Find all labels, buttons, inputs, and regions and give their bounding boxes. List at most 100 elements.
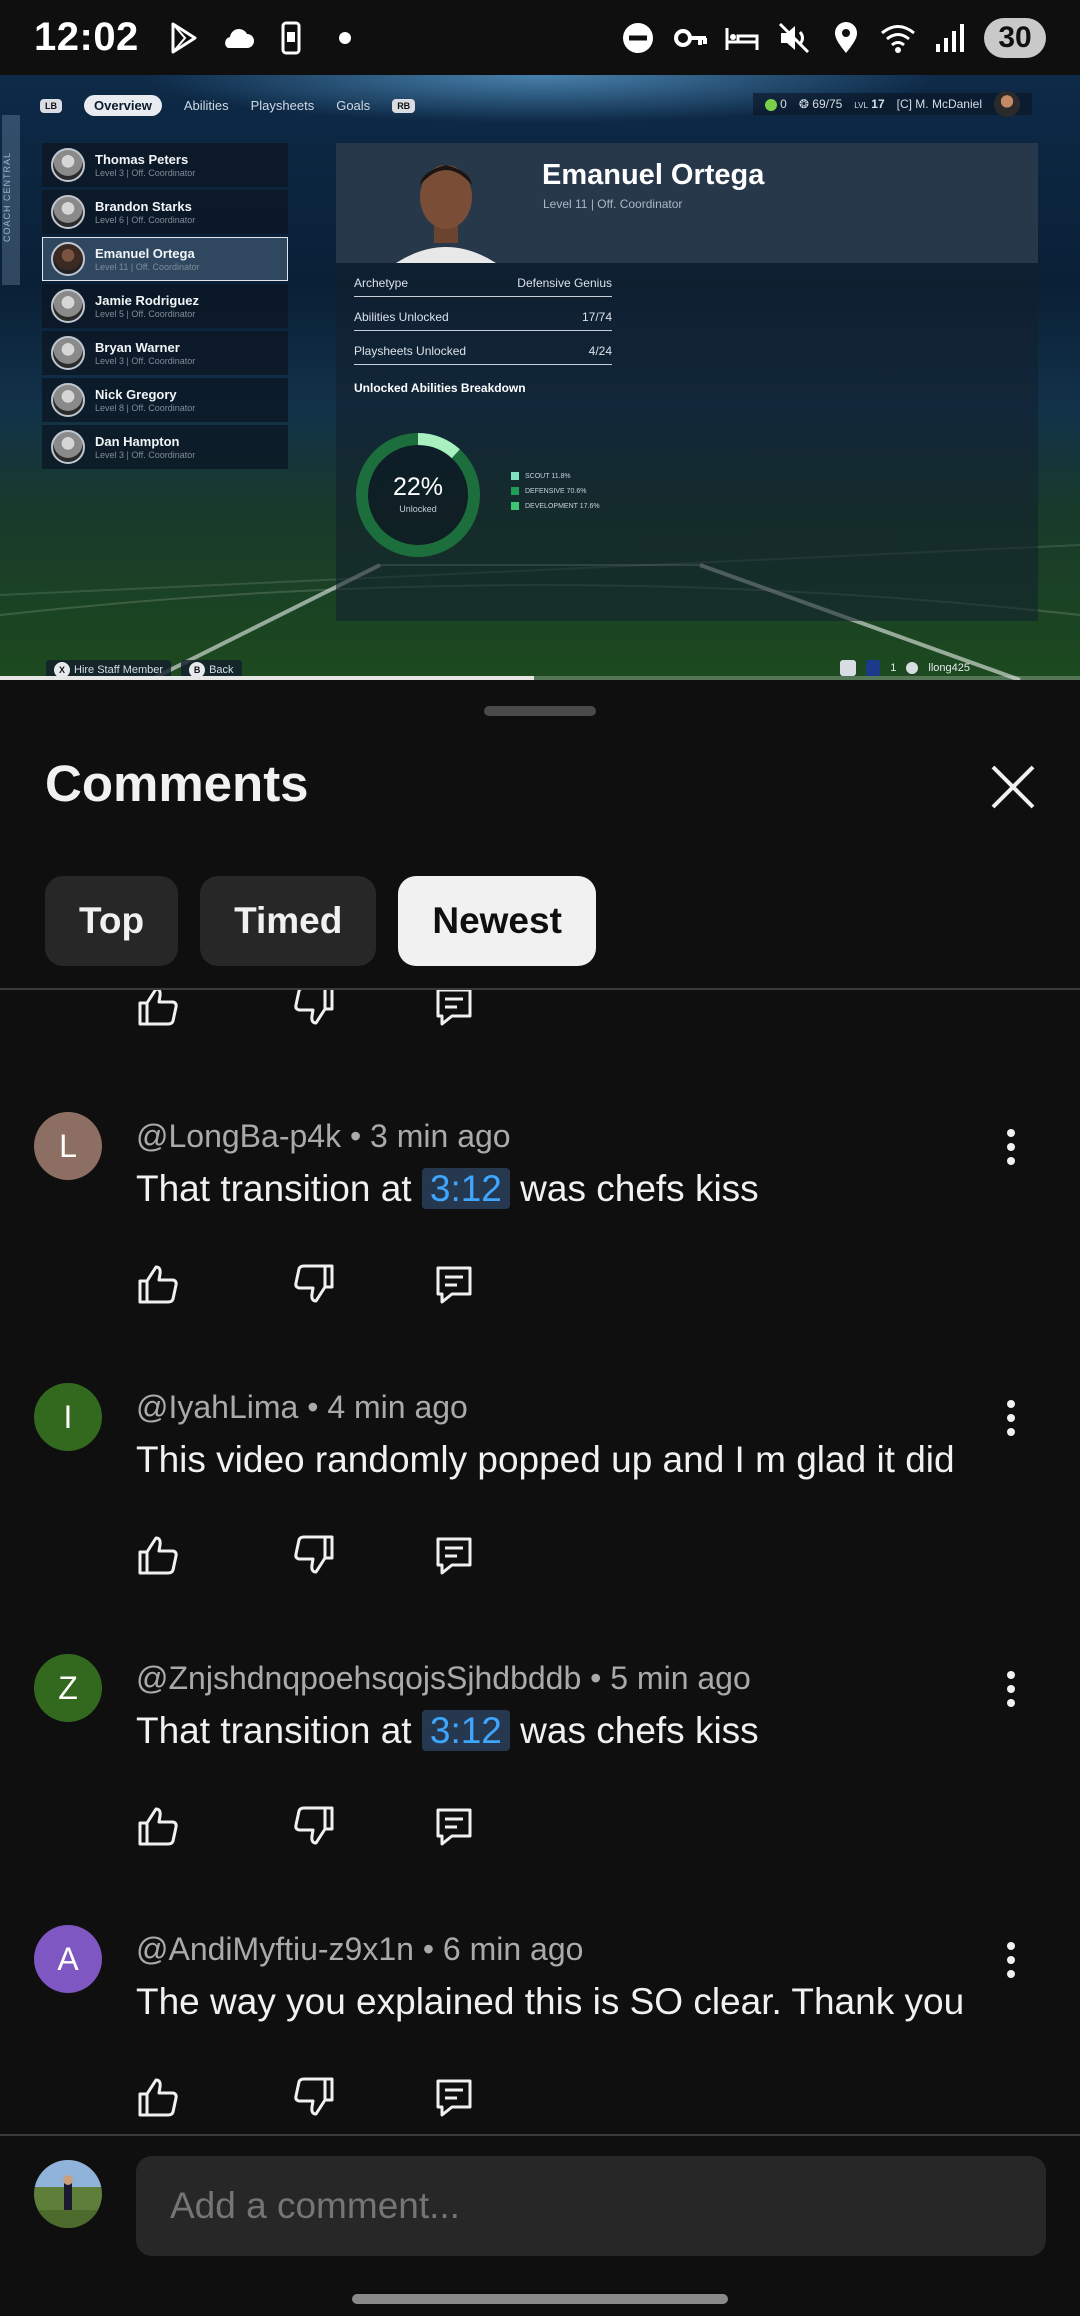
staff-sub: Level 5 | Off. Coordinator — [95, 308, 196, 319]
game-hud: 0 ❂ 69/75 LVL 17 [C] M. McDaniel — [753, 91, 1032, 117]
comment-more-button[interactable] — [996, 1664, 1026, 1714]
timestamp-link[interactable]: 3:12 — [421, 1710, 510, 1751]
status-bar: 12:02 30 — [0, 0, 1080, 75]
close-button[interactable] — [978, 752, 1048, 822]
like-button[interactable] — [136, 990, 180, 1028]
reply-button[interactable] — [432, 990, 476, 1028]
gamertag: llong425 — [928, 662, 970, 674]
status-time: 12:02 — [34, 15, 139, 59]
legend-item: DEFENSIVE 70.6% — [511, 484, 600, 499]
dislike-button[interactable] — [292, 990, 336, 1028]
timestamp-link[interactable]: 3:12 — [421, 1168, 510, 1209]
dislike-button[interactable] — [292, 2075, 336, 2119]
donut-label: Unlocked — [399, 504, 437, 514]
reply-button[interactable] — [432, 1804, 476, 1848]
video-player[interactable]: COACH CENTRAL LB Overview Abilities Play… — [0, 75, 1080, 680]
comment-meta: @LongBa-p4k • 3 min ago — [136, 1118, 511, 1154]
more-vert-icon — [1007, 1129, 1015, 1165]
staff-sub: Level 3 | Off. Coordinator — [95, 355, 196, 366]
play-store-icon — [165, 20, 201, 56]
comment-item: Z @ZnjshdnqpoehsqojsSjhdbddb • 5 min ago… — [0, 1654, 1080, 1925]
more-vert-icon — [1007, 1400, 1015, 1436]
thumb-up-icon — [138, 1536, 178, 1575]
like-button[interactable] — [136, 1262, 180, 1306]
points-icon — [765, 98, 778, 111]
staff-sub: Level 3 | Off. Coordinator — [95, 449, 196, 460]
comment-author[interactable]: @AndiMyftiu-z9x1n — [136, 1931, 414, 1967]
profile-row-abilities: Abilities Unlocked 17/74 — [354, 303, 612, 331]
home-indicator[interactable] — [352, 2294, 728, 2304]
staff-name: Thomas Peters — [95, 151, 189, 167]
dislike-button[interactable] — [292, 1804, 336, 1848]
drag-handle[interactable] — [484, 706, 596, 716]
comment-meta: @IyahLima • 4 min ago — [136, 1389, 468, 1425]
thumb-down-icon — [294, 1806, 334, 1845]
comment-more-button[interactable] — [996, 1122, 1026, 1172]
comment-author[interactable]: @ZnjshdnqpoehsqojsSjhdbddb — [136, 1660, 581, 1696]
comment-actions — [136, 1533, 476, 1577]
comment-more-button[interactable] — [996, 1935, 1026, 1985]
comment-author[interactable]: @LongBa-p4k — [136, 1118, 341, 1154]
comment-meta: @ZnjshdnqpoehsqojsSjhdbddb • 5 min ago — [136, 1660, 751, 1696]
reply-button[interactable] — [432, 2075, 476, 2119]
staff-item: Jamie Rodriguez Level 5 | Off. Coordinato… — [42, 284, 288, 328]
game-tab-playsheets: Playsheets — [250, 98, 315, 113]
staff-item: Brandon Starks Level 6 | Off. Coordinator — [42, 190, 288, 234]
staff-avatar — [51, 148, 85, 182]
dislike-button[interactable] — [292, 1262, 336, 1306]
hud-points: 0 — [765, 97, 787, 111]
reply-icon — [436, 2079, 472, 2117]
profile-name: Emanuel Ortega — [542, 159, 765, 191]
add-comment-input[interactable] — [136, 2156, 1046, 2256]
sort-chips: Top Timed Newest — [45, 876, 596, 966]
staff-avatar — [51, 430, 85, 464]
chip-newest[interactable]: Newest — [398, 876, 596, 966]
staff-sub: Level 6 | Off. Coordinator — [95, 214, 196, 225]
lb-button-glyph: LB — [40, 98, 62, 113]
staff-sub: Level 3 | Off. Coordinator — [95, 167, 196, 178]
team-logo-icon — [840, 660, 857, 676]
staff-avatar — [51, 242, 85, 276]
thumb-down-icon — [294, 1535, 334, 1574]
thumb-up-icon — [138, 1265, 178, 1304]
dnd-icon — [620, 20, 656, 56]
comment-avatar[interactable]: A — [34, 1925, 102, 1993]
staff-item: Bryan Warner Level 3 | Off. Coordinator — [42, 331, 288, 375]
comment-time: 4 min ago — [327, 1389, 468, 1425]
staff-item: Nick Gregory Level 8 | Off. Coordinator — [42, 378, 288, 422]
footer-count: 1 — [890, 662, 897, 674]
thumb-down-icon — [294, 1264, 334, 1303]
chip-timed[interactable]: Timed — [200, 876, 377, 966]
staff-avatar — [51, 336, 85, 370]
profile-subtitle: Level 11 | Off. Coordinator — [543, 197, 683, 211]
game-tab-overview: Overview — [84, 95, 162, 116]
thumb-down-icon — [294, 990, 334, 1025]
bed-icon — [724, 20, 760, 56]
location-icon — [828, 20, 864, 56]
reply-button[interactable] — [432, 1533, 476, 1577]
comment-actions — [136, 990, 476, 1028]
reply-button[interactable] — [432, 1262, 476, 1306]
comment-avatar[interactable]: Z — [34, 1654, 102, 1722]
like-button[interactable] — [136, 1804, 180, 1848]
staff-name: Nick Gregory — [95, 386, 177, 402]
mute-icon — [776, 20, 812, 56]
comments-list[interactable]: L @LongBa-p4k • 3 min ago That transitio… — [0, 990, 1080, 2134]
comment-more-button[interactable] — [996, 1393, 1026, 1443]
comment-item: L @LongBa-p4k • 3 min ago That transitio… — [0, 1112, 1080, 1383]
wifi-icon — [880, 20, 916, 56]
comment-author[interactable]: @IyahLima — [136, 1389, 298, 1425]
like-button[interactable] — [136, 1533, 180, 1577]
staff-name: Brandon Starks — [95, 198, 192, 214]
comment-avatar[interactable]: L — [34, 1112, 102, 1180]
profile-row-playsheets: Playsheets Unlocked 4/24 — [354, 337, 612, 365]
staff-avatar — [51, 383, 85, 417]
comment-avatar[interactable]: I — [34, 1383, 102, 1451]
reply-icon — [436, 1808, 472, 1846]
dislike-button[interactable] — [292, 1533, 336, 1577]
comment-item: A @AndiMyftiu-z9x1n • 6 min ago The way … — [0, 1925, 1080, 2134]
hud-xp: ❂ 69/75 — [798, 97, 843, 111]
like-button[interactable] — [136, 2075, 180, 2119]
rb-button-glyph: RB — [392, 98, 416, 113]
chip-top[interactable]: Top — [45, 876, 179, 966]
